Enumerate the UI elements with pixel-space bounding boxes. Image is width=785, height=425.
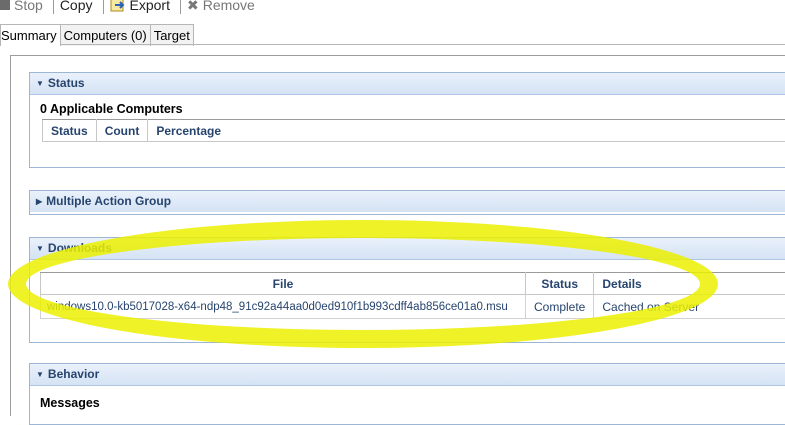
remove-button[interactable]: ✖ Remove	[185, 0, 261, 14]
export-icon	[110, 0, 126, 12]
export-label: Export	[130, 0, 170, 13]
toolbar-separator	[103, 0, 104, 14]
toolbar: Stop Copy Export ✖ Remove	[0, 0, 785, 17]
downloads-section: ▼ Downloads File Status Details windows10…	[29, 237, 785, 343]
downloads-section-title: Downloads	[48, 241, 112, 255]
tab-computers[interactable]: Computers (0)	[60, 24, 151, 46]
column-header-details[interactable]: Details	[594, 273, 785, 295]
copy-label: Copy	[60, 0, 93, 13]
status-section-header[interactable]: ▼ Status	[30, 73, 785, 95]
remove-icon: ✖	[187, 0, 199, 14]
messages-label: Messages	[40, 396, 785, 410]
column-header-file[interactable]: File	[41, 273, 526, 295]
downloads-section-header[interactable]: ▼ Downloads	[30, 238, 785, 260]
export-button[interactable]: Export	[108, 0, 176, 13]
toolbar-separator	[53, 0, 54, 14]
multiple-action-group-title: Multiple Action Group	[46, 194, 171, 208]
expanded-triangle-icon: ▼	[36, 364, 44, 385]
multiple-action-group-section: ▶ Multiple Action Group	[29, 190, 785, 215]
behavior-section-title: Behavior	[48, 367, 99, 381]
applicable-computers-label: 0 Applicable Computers	[40, 102, 785, 116]
tab-divider	[0, 44, 785, 45]
stop-button[interactable]: Stop	[0, 0, 49, 13]
status-table: Status Count Percentage	[42, 119, 785, 142]
download-file-name: windows10.0-kb5017028-x64-ndp48_91c92a44…	[41, 295, 526, 319]
behavior-section: ▼ Behavior Messages	[29, 363, 785, 425]
expanded-triangle-icon: ▼	[36, 73, 44, 94]
tab-summary[interactable]: Summary	[0, 24, 61, 46]
behavior-section-header[interactable]: ▼ Behavior	[30, 364, 785, 386]
column-header-status[interactable]: Status	[526, 273, 594, 295]
table-row[interactable]: windows10.0-kb5017028-x64-ndp48_91c92a44…	[41, 295, 785, 319]
column-header-status[interactable]: Status	[43, 120, 97, 142]
tab-bar: Summary Computers (0) Target	[0, 24, 193, 44]
column-header-percentage[interactable]: Percentage	[148, 120, 785, 142]
collapsed-triangle-icon: ▶	[36, 191, 42, 212]
toolbar-separator	[180, 0, 181, 14]
column-header-count[interactable]: Count	[96, 120, 148, 142]
copy-button[interactable]: Copy	[58, 0, 99, 13]
downloads-table: File Status Details windows10.0-kb501702…	[40, 272, 785, 319]
tab-target[interactable]: Target	[150, 24, 194, 46]
status-section-title: Status	[48, 76, 85, 90]
expanded-triangle-icon: ▼	[36, 238, 44, 259]
multiple-action-group-header[interactable]: ▶ Multiple Action Group	[30, 191, 785, 212]
remove-label: Remove	[203, 0, 255, 13]
download-status: Complete	[526, 295, 594, 319]
status-section: ▼ Status 0 Applicable Computers Status Co…	[29, 72, 785, 168]
stop-icon	[0, 0, 10, 10]
stop-label: Stop	[14, 0, 43, 13]
summary-panel: ▼ Status 0 Applicable Computers Status Co…	[10, 55, 785, 416]
download-details: Cached on Server	[594, 295, 785, 319]
